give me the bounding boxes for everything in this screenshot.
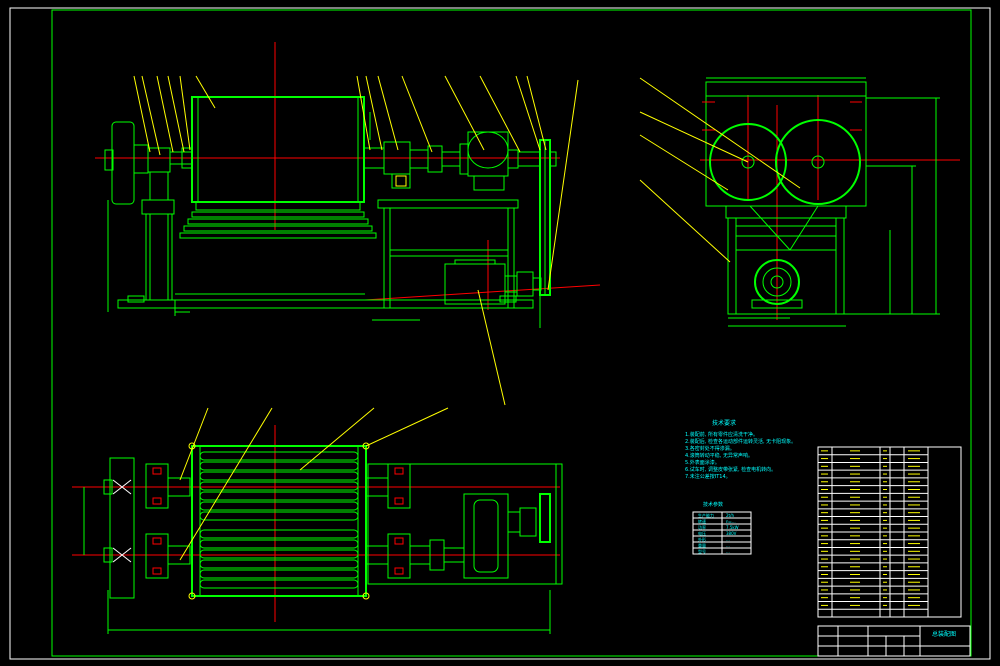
spec-key: 生产能力 [698,512,714,518]
spec-val: n=... [726,519,736,524]
technical-notes: 技术要求 1.装配前, 所有零件应清洗干净。 2.装配后, 检查各运动部件运转灵… [685,419,796,480]
notes-line: 4.滚筒转动平稳, 无异常声响。 [685,452,753,459]
spec-val: ... [726,537,730,542]
spec-key: 外形 [698,536,706,542]
drawing-name: 总装配图 [932,630,956,638]
notes-line: 5.外表面涂漆。 [685,459,720,466]
spec-key: 电压 [698,530,706,536]
notes-line: 1.装配前, 所有零件应清洗干净。 [685,431,758,438]
spec-key: 转速 [698,518,706,524]
spec-val: ... [726,543,730,548]
spec-val: 2t/h [726,513,734,518]
notes-title: 技术要求 [712,419,736,427]
spec-val: 380V [726,531,737,536]
spec-table-title: 技术参数 [703,501,723,508]
notes-line: 6.试车时, 调整皮带张紧, 检查电机转向。 [685,466,776,473]
spec-key: 型号 [698,548,706,554]
notes-line: 3.各密封处不得渗漏。 [685,445,735,452]
top-view [72,407,563,634]
notes-line: 2.装配后, 检查各运动部件运转灵活, 无卡阻现象。 [685,438,796,445]
spec-val: ... [726,549,730,554]
spec-key: 功率 [698,524,706,530]
cad-drawing: 技术要求 1.装配前, 所有零件应清洗干净。 2.装配后, 检查各运动部件运转灵… [9,7,991,660]
spec-val: 7.5kW [726,525,739,530]
outer-border [9,7,991,660]
front-view [95,42,601,406]
spec-key: 重量 [698,542,706,548]
notes-line: 7.未注公差按IT14。 [685,473,731,480]
title-block: 总装配图 [817,625,971,657]
side-view [639,77,960,327]
spec-table: 技术参数 生产能力 2t/h 转速 n=... 功率 7.5kW 电压 380V… [692,501,752,555]
parts-list [817,446,962,618]
